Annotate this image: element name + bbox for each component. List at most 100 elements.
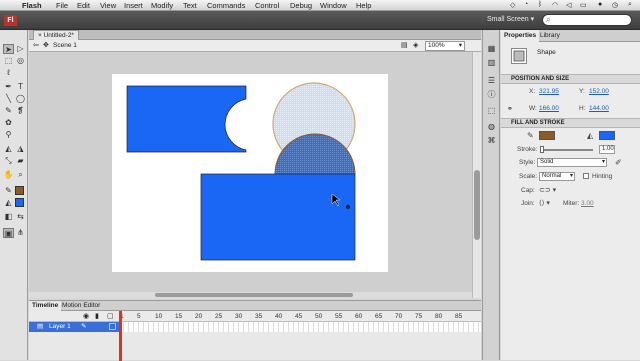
- tab-library[interactable]: Library: [537, 30, 563, 42]
- horizontal-scrollbar[interactable]: [29, 292, 472, 298]
- flash-logo: Fl: [4, 15, 17, 26]
- pencil-tool-icon[interactable]: ✎: [3, 106, 14, 116]
- menu-help[interactable]: Help: [356, 1, 371, 10]
- bucket-small-icon: ◭: [5, 198, 12, 207]
- w-value[interactable]: 166.00: [539, 105, 559, 112]
- free-transform-tool-icon[interactable]: ⬚: [3, 56, 14, 66]
- menu-view[interactable]: View: [100, 1, 116, 10]
- zoom-tool-icon[interactable]: ⌕: [15, 170, 26, 180]
- position-size-section[interactable]: POSITION AND SIZE: [501, 74, 640, 84]
- menu-text[interactable]: Text: [183, 1, 197, 10]
- swatches-panel-icon[interactable]: ▥: [487, 58, 496, 67]
- clock-icon[interactable]: ◷: [612, 1, 618, 9]
- outline-color-swatch[interactable]: [109, 323, 116, 330]
- dropbox-icon[interactable]: ◇: [510, 1, 515, 9]
- battery-icon[interactable]: ▭: [580, 1, 587, 9]
- subselection-tool-icon[interactable]: ▷: [15, 44, 26, 54]
- selection-tool-icon[interactable]: ➤: [3, 44, 14, 54]
- code-panel-icon[interactable]: ⌘: [487, 136, 496, 145]
- back-arrow-icon[interactable]: ⇦: [33, 41, 39, 49]
- hinting-checkbox[interactable]: [583, 173, 589, 179]
- outline-icon[interactable]: ▢: [107, 312, 114, 320]
- lock-icon[interactable]: ▮: [95, 312, 99, 320]
- miter-value[interactable]: 3.00: [581, 200, 594, 207]
- hand-tool-icon[interactable]: ✋: [3, 170, 14, 180]
- eraser-tool-icon[interactable]: ▰: [15, 156, 26, 166]
- y-value[interactable]: 152.00: [589, 88, 609, 95]
- stroke-slider[interactable]: [541, 149, 593, 151]
- document-tab[interactable]: × Untitled-2*: [33, 30, 79, 40]
- stroke-color-picker[interactable]: [539, 131, 555, 140]
- tab-properties[interactable]: Properties: [501, 30, 540, 42]
- frame-cells[interactable]: [119, 322, 481, 332]
- horizontal-scroll-thumb[interactable]: [155, 293, 353, 297]
- text-tool-icon[interactable]: T: [15, 82, 26, 92]
- help-search-input[interactable]: ⌕: [542, 14, 632, 26]
- transform-panel-icon[interactable]: ⬚: [487, 106, 496, 115]
- color-panel-icon[interactable]: ▦: [487, 44, 496, 53]
- edit-stroke-icon[interactable]: ✐: [615, 158, 622, 167]
- oval-tool-icon[interactable]: ◯: [15, 94, 26, 104]
- bottom-rectangle: [200, 173, 356, 261]
- stroke-slider-handle[interactable]: [540, 146, 544, 153]
- menu-insert[interactable]: Insert: [124, 1, 143, 10]
- stroke-color-swatch[interactable]: [15, 186, 24, 195]
- scale-select[interactable]: Normal ▾: [539, 172, 575, 181]
- menu-window[interactable]: Window: [320, 1, 347, 10]
- swap-colors-icon[interactable]: ⇆: [15, 212, 26, 222]
- cap-select[interactable]: ⊂⊃ ▾: [539, 186, 556, 194]
- vertical-scrollbar[interactable]: [472, 52, 481, 298]
- pen-tool-icon[interactable]: ✒: [3, 82, 14, 92]
- tab-motion-editor[interactable]: Motion Editor: [59, 301, 103, 311]
- bone-tool-icon[interactable]: ⚲: [3, 130, 14, 140]
- stage-canvas[interactable]: [112, 74, 388, 272]
- layer-name-cell[interactable]: ▤ Layer 1 ✎: [29, 322, 119, 332]
- timemachine-icon[interactable]: ◔: [524, 1, 528, 8]
- 3d-rotation-tool-icon[interactable]: ◎: [15, 56, 26, 66]
- eye-icon[interactable]: ◉: [83, 312, 89, 320]
- paint-bucket-tool-icon[interactable]: ◭: [3, 144, 14, 154]
- lasso-tool-icon[interactable]: ℓ: [3, 68, 14, 78]
- eyedropper-tool-icon[interactable]: ⤡: [3, 156, 14, 166]
- workspace-switcher[interactable]: Small Screen ▾: [487, 15, 534, 23]
- wifi-icon[interactable]: ◠: [552, 1, 558, 9]
- layer-row[interactable]: ▤ Layer 1 ✎: [29, 322, 481, 332]
- black-white-icon[interactable]: ◧: [3, 212, 14, 222]
- miter-label: Miter:: [563, 200, 580, 207]
- edit-symbols-icon[interactable]: ◈: [413, 41, 418, 49]
- fill-color-swatch[interactable]: [15, 198, 24, 207]
- menu-debug[interactable]: Debug: [290, 1, 312, 10]
- align-panel-icon[interactable]: ☰: [487, 76, 496, 85]
- spotlight-icon[interactable]: ⌕: [628, 1, 632, 9]
- line-tool-icon[interactable]: ╲: [3, 94, 14, 104]
- object-drawing-icon[interactable]: ▣: [3, 228, 14, 238]
- menu-edit[interactable]: Edit: [77, 1, 90, 10]
- fill-stroke-section[interactable]: FILL AND STROKE: [501, 118, 640, 128]
- info-panel-icon[interactable]: ⓘ: [487, 90, 496, 99]
- ink-bottle-tool-icon[interactable]: ◮: [15, 144, 26, 154]
- stroke-style-select[interactable]: Solid ▾: [537, 158, 607, 167]
- bluetooth-icon[interactable]: ᛒ: [538, 1, 542, 8]
- zoom-select[interactable]: 100% ▾: [425, 41, 465, 51]
- volume-icon[interactable]: ◁: [566, 1, 571, 9]
- fill-color-picker[interactable]: [599, 131, 615, 140]
- playhead[interactable]: [119, 311, 122, 361]
- x-value[interactable]: 321.95: [539, 88, 559, 95]
- link-icon[interactable]: ⚭: [507, 105, 513, 113]
- edit-scene-icon[interactable]: ▤: [401, 41, 408, 49]
- brush-tool-icon[interactable]: ❡: [15, 106, 26, 116]
- snap-magnet-icon[interactable]: ⋔: [15, 228, 26, 238]
- menu-control[interactable]: Control: [255, 1, 279, 10]
- components-panel-icon[interactable]: ◍: [487, 122, 496, 131]
- menu-file[interactable]: File: [56, 1, 68, 10]
- tab-timeline[interactable]: Timeline: [29, 301, 62, 311]
- vertical-scroll-thumb[interactable]: [474, 170, 480, 240]
- h-value[interactable]: 144.00: [589, 105, 609, 112]
- join-select[interactable]: ⟨⟩ ▾: [539, 199, 550, 207]
- deco-tool-icon[interactable]: ✿: [3, 118, 14, 128]
- menu-commands[interactable]: Commands: [207, 1, 245, 10]
- menu-flash[interactable]: Flash: [22, 1, 42, 10]
- menu-modify[interactable]: Modify: [151, 1, 173, 10]
- stroke-width-input[interactable]: 1.00: [599, 145, 615, 154]
- user-icon[interactable]: ●: [598, 1, 602, 8]
